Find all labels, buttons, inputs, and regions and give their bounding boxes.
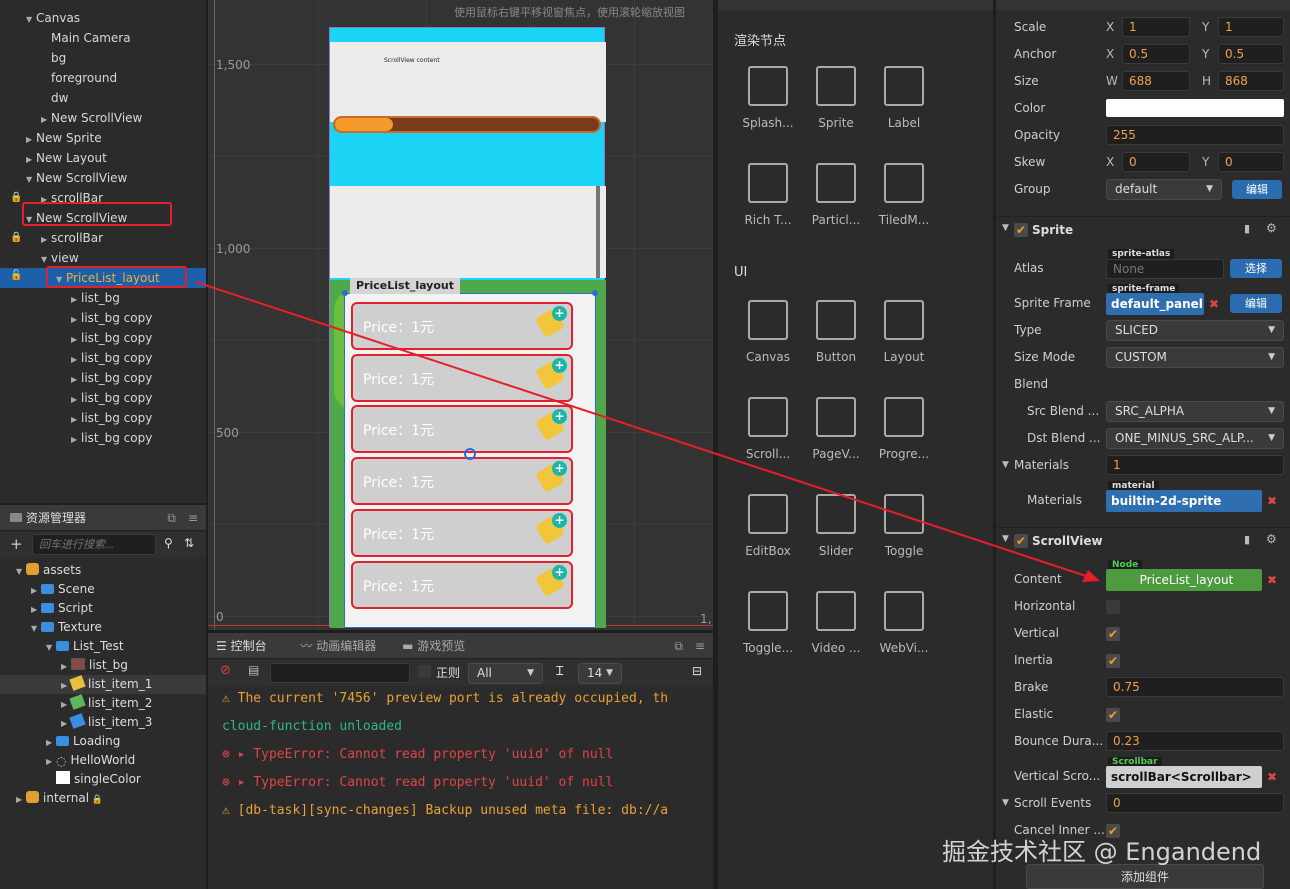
annotation-arrow	[195, 281, 1100, 582]
watermark: 掘金技术社区 @ Engandend	[942, 838, 1262, 866]
